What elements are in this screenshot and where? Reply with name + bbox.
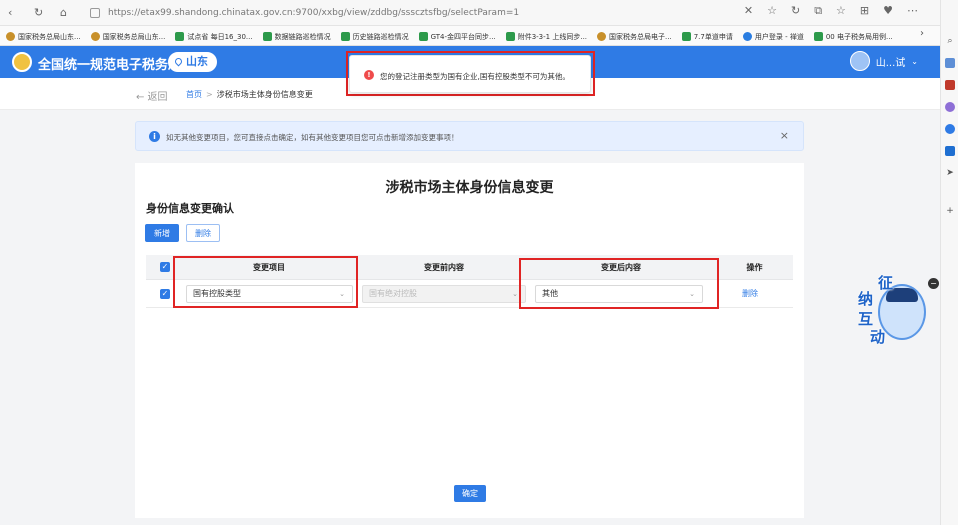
column-action: 操作 xyxy=(746,263,763,272)
bookmark-item[interactable]: 国家税务总局电子... xyxy=(597,27,672,46)
change-item-highlight-box xyxy=(173,256,358,308)
bookmark-favicon-icon xyxy=(681,32,691,41)
app-title: 全国统一规范电子税务局 xyxy=(38,58,182,73)
back-arrow-icon[interactable]: ‹ xyxy=(8,6,12,19)
bookmark-favicon-icon xyxy=(597,32,607,41)
after-content-highlight-box xyxy=(519,258,719,309)
page-title: 涉税市场主体身份信息变更 xyxy=(385,180,554,196)
bookmark-label: 历史链路巡检情况 xyxy=(352,32,409,41)
row-checkbox[interactable]: ✓ xyxy=(160,289,170,299)
widget-char: 征 xyxy=(878,274,894,292)
bookmark-item[interactable]: 数据链路巡检情况 xyxy=(262,27,331,46)
tax-emblem-icon xyxy=(12,52,32,72)
bookmark-favicon-icon xyxy=(90,32,100,41)
bookmark-label: 国家税务总局电子... xyxy=(609,32,672,41)
profile-icon[interactable] xyxy=(945,102,955,112)
info-icon: i xyxy=(149,131,160,142)
region-label: 山东 xyxy=(186,55,208,68)
bookmark-favicon-icon xyxy=(505,32,515,41)
browser-address-bar: ‹ ↻ ⌂ https://etax99.shandong.chinatax.g… xyxy=(0,0,940,26)
widget-char: 动 xyxy=(870,328,886,346)
add-icon[interactable]: + xyxy=(945,206,955,216)
before-content-value: 国有绝对控股 xyxy=(369,289,417,298)
service-assistant-widget[interactable]: 征 纳 互 动 − xyxy=(856,274,939,348)
row-delete-link[interactable]: 删除 xyxy=(742,288,758,299)
search-icon[interactable]: ⌕ xyxy=(945,36,955,46)
bookmark-item[interactable]: GT4-金四平台同步... xyxy=(418,27,496,46)
url-text: https://etax99.shandong.chinatax.gov.cn:… xyxy=(108,8,520,18)
user-menu[interactable]: 山...试 ⌄ xyxy=(849,51,918,71)
delete-button[interactable]: 删除 xyxy=(186,224,220,242)
bookmark-favicon-icon xyxy=(262,32,272,41)
toolbox-icon[interactable] xyxy=(945,80,955,90)
bookmark-label: 国家税务总局山东... xyxy=(18,32,81,41)
bookmark-item[interactable]: 国家税务总局山东... xyxy=(6,27,81,46)
bookmark-item[interactable]: 7.7单道申请 xyxy=(681,27,733,46)
bookmark-item[interactable]: 历史链路巡检情况 xyxy=(340,27,409,46)
bookmarks-overflow-icon[interactable]: › xyxy=(920,28,924,39)
send-icon[interactable]: ➤ xyxy=(945,168,955,178)
add-button[interactable]: 新增 xyxy=(145,224,179,242)
user-name: 山...试 xyxy=(875,57,906,69)
info-alert: i 如无其他变更项目，您可直接点击确定，如有其他变更项目您可点击新增添加变更事项… xyxy=(135,121,804,151)
error-toast: ! 您的登记注册类型为国有企业,国有控股类型不可为其他。 xyxy=(349,55,591,93)
bookmark-label: GT4-金四平台同步... xyxy=(430,32,496,41)
copilot-icon[interactable] xyxy=(945,124,955,134)
bookmark-item[interactable]: 国家税务总局山东... xyxy=(90,27,166,46)
bookmark-favicon-icon xyxy=(6,32,15,41)
breadcrumb-current: 涉税市场主体身份信息变更 xyxy=(216,90,313,99)
bookmark-label: 用户登录 - 禅道 xyxy=(754,32,804,41)
select-all-checkbox[interactable]: ✓ xyxy=(160,262,170,272)
breadcrumb-home[interactable]: 首页 xyxy=(186,90,202,99)
bookmark-label: 7.7单道申请 xyxy=(693,32,733,41)
lock-icon xyxy=(90,8,100,18)
bookmark-label: 数据链路巡检情况 xyxy=(274,32,331,41)
tag-icon[interactable] xyxy=(945,58,955,68)
bookmarks-bar: 国家税务总局山东... 国家税务总局山东... 试点省 每日16_30... 数据链路… xyxy=(0,26,940,46)
bookmark-label: 00 电子税务局用例... xyxy=(825,32,893,41)
location-pin-icon xyxy=(173,56,184,67)
bookmark-favicon-icon xyxy=(418,32,428,41)
close-icon[interactable]: × xyxy=(780,129,789,142)
column-before: 变更前内容 xyxy=(424,263,464,272)
bookmark-item[interactable]: 附件3-3-1 上线同步... xyxy=(505,27,588,46)
widget-char: 纳 xyxy=(858,290,874,308)
change-form-card: 涉税市场主体身份信息变更 身份信息变更确认 新增 删除 ✓ 变更项目 变更前内容… xyxy=(135,163,804,518)
bookmark-label: 附件3-3-1 上线同步... xyxy=(517,32,588,41)
bookmark-favicon-icon xyxy=(813,32,823,41)
info-text: 如无其他变更项目，您可直接点击确定，如有其他变更项目您可点击新增添加变更事项！ xyxy=(166,133,459,142)
toast-message: 您的登记注册类型为国有企业,国有控股类型不可为其他。 xyxy=(380,72,570,81)
breadcrumb-separator: > xyxy=(206,90,213,99)
home-icon[interactable]: ⌂ xyxy=(60,6,67,19)
confirm-button[interactable]: 确定 xyxy=(454,485,486,502)
error-icon: ! xyxy=(364,70,374,80)
bookmark-favicon-icon xyxy=(340,32,350,41)
avatar xyxy=(849,51,870,71)
bookmark-item[interactable]: 用户登录 - 禅道 xyxy=(742,27,804,46)
bookmark-item[interactable]: 00 电子税务局用例... xyxy=(813,27,893,46)
bookmark-label: 试点省 每日16_30... xyxy=(187,32,253,41)
chevron-down-icon: ⌄ xyxy=(911,56,918,66)
bookmark-label: 国家税务总局山东... xyxy=(102,32,166,41)
section-title: 身份信息变更确认 xyxy=(146,202,234,215)
widget-close-icon[interactable]: − xyxy=(928,278,939,289)
url-field[interactable]: https://etax99.shandong.chinatax.gov.cn:… xyxy=(90,4,710,22)
bookmark-item[interactable]: 试点省 每日16_30... xyxy=(175,27,253,46)
refresh-icon[interactable]: ↻ xyxy=(34,6,43,19)
browser-toolbar-icons[interactable]: ✕☆↻⧉☆⊞♥⋯ xyxy=(744,4,932,18)
before-content-select: 国有绝对控股 ⌄ xyxy=(362,285,526,303)
outlook-icon[interactable] xyxy=(945,146,955,156)
bookmark-favicon-icon xyxy=(175,32,185,41)
back-link[interactable]: ← 返回 xyxy=(136,88,168,103)
chevron-down-icon: ⌄ xyxy=(512,290,518,298)
bookmark-favicon-icon xyxy=(742,32,752,41)
browser-sidebar: ⌕ ➤ + xyxy=(940,0,958,525)
breadcrumb: 首页 > 涉税市场主体身份信息变更 xyxy=(186,89,313,100)
region-selector[interactable]: 山东 xyxy=(168,52,217,72)
